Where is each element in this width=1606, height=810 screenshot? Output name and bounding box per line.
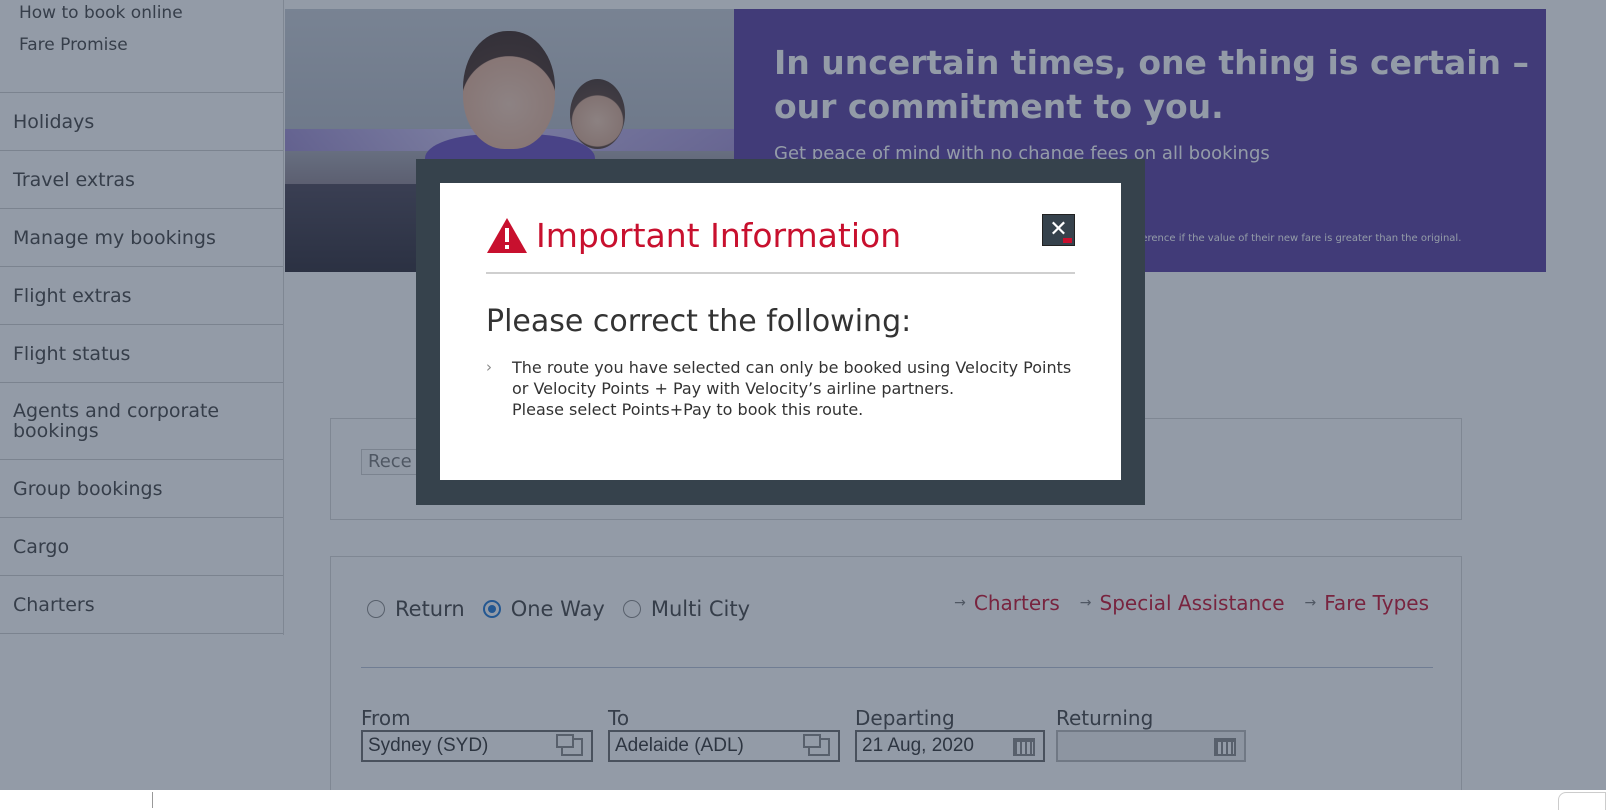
bottom-bar-divider (152, 792, 153, 808)
warning-icon (487, 217, 527, 253)
error-message-item: › The route you have selected can only b… (486, 357, 1075, 420)
error-message-instruction: Please select Points+Pay to book this ro… (512, 400, 864, 419)
dialog-content: Important Information ✕ Please correct t… (440, 183, 1121, 480)
dialog-divider (486, 272, 1075, 274)
chevron-right-icon: › (486, 358, 492, 376)
error-message-text: The route you have selected can only be … (512, 357, 1072, 420)
important-info-dialog: Important Information ✕ Please correct t… (416, 159, 1145, 505)
bottom-bar (0, 790, 1606, 810)
close-button[interactable]: ✕ (1042, 214, 1075, 246)
dialog-header: Important Information (486, 213, 1075, 257)
dialog-heading: Please correct the following: (486, 304, 912, 339)
bottom-corner-tab[interactable] (1558, 792, 1606, 810)
error-message-line: The route you have selected can only be … (512, 358, 1072, 398)
dialog-title: Important Information (536, 215, 902, 255)
